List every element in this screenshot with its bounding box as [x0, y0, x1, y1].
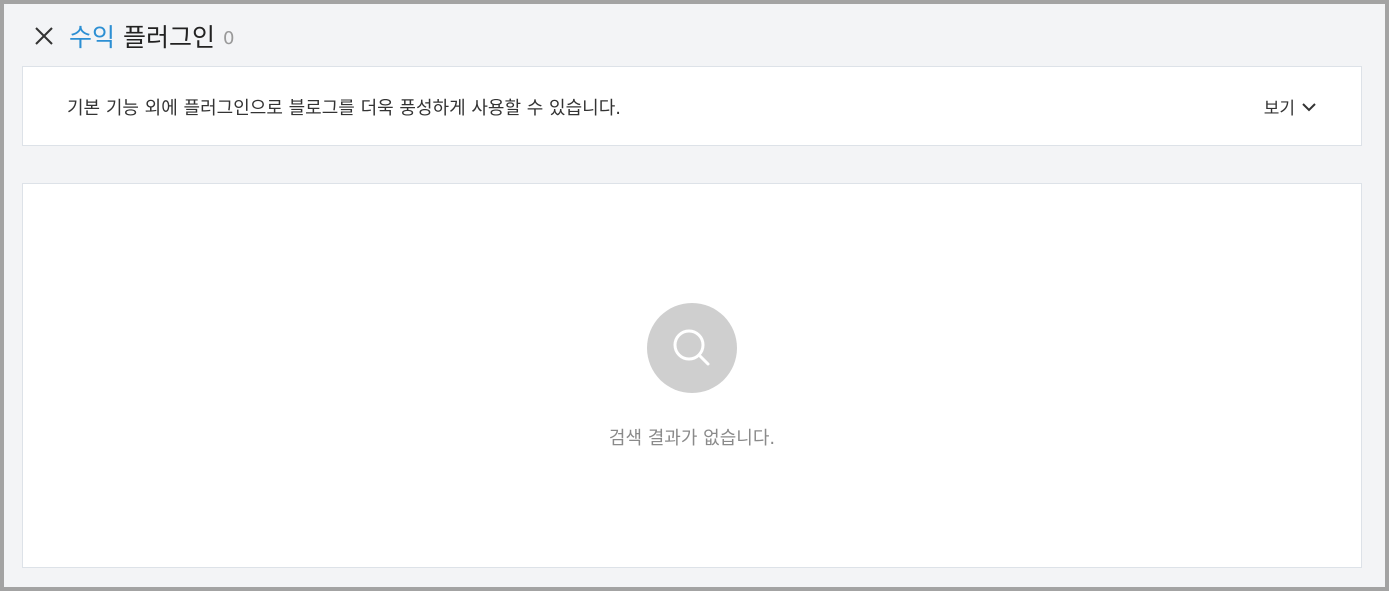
close-button[interactable] — [32, 24, 56, 48]
chevron-down-icon — [1302, 102, 1316, 111]
plugin-list-panel: 검색 결과가 없습니다. — [22, 183, 1362, 568]
page-title: 플러그인 — [123, 23, 216, 52]
plugin-window: 수익 플러그인 0 기본 기능 외에 플러그인으로 블로그를 더욱 풍성하게 사… — [0, 0, 1389, 591]
view-toggle-label: 보기 — [1263, 99, 1295, 119]
view-toggle-button[interactable]: 보기 — [1264, 94, 1317, 119]
info-banner: 기본 기능 외에 플러그인으로 블로그를 더욱 풍성하게 사용할 수 있습니다.… — [22, 66, 1362, 146]
info-banner-text: 기본 기능 외에 플러그인으로 블로그를 더욱 풍성하게 사용할 수 있습니다. — [67, 98, 622, 119]
empty-state-icon-circle — [647, 303, 737, 393]
search-icon — [673, 329, 710, 366]
page-header: 수익 플러그인 0 — [32, 14, 234, 58]
plugin-count: 0 — [223, 28, 235, 49]
page-title-category: 수익 — [69, 23, 116, 52]
close-icon — [35, 27, 53, 45]
empty-state-message: 검색 결과가 없습니다. — [608, 428, 776, 449]
